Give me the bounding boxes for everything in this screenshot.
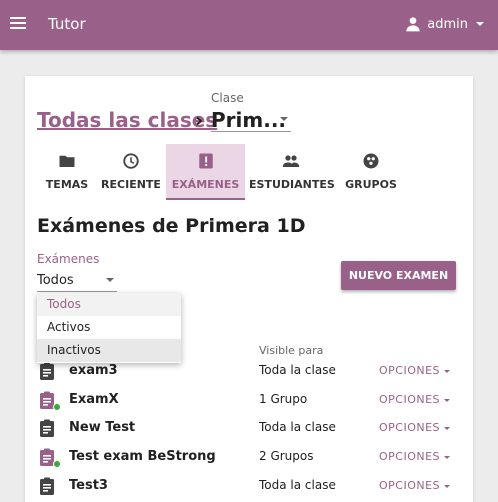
tab-label: RECIENTE: [101, 178, 161, 191]
options-menu-button[interactable]: OPCIONES: [379, 364, 451, 377]
table-row: Test exam BeStrong 2 Grupos OPCIONES: [0, 443, 498, 471]
active-status-dot: [53, 460, 61, 468]
tab-estudiantes[interactable]: ESTUDIANTES: [249, 144, 335, 200]
table-row: New Test Toda la clase OPCIONES: [0, 414, 498, 442]
page-title: Exámenes de Primera 1D: [37, 215, 306, 237]
exam-title[interactable]: Test3: [69, 478, 108, 493]
new-exam-button[interactable]: NUEVO EXAMEN: [341, 261, 456, 290]
dropdown-option-inactivos[interactable]: Inactivos: [37, 339, 181, 362]
tab-examenes[interactable]: EXÁMENES: [166, 144, 245, 200]
tab-temas[interactable]: TEMAS: [37, 144, 97, 200]
options-label: OPCIONES: [379, 364, 441, 377]
class-select-underline: [211, 131, 291, 132]
dropdown-option-todos[interactable]: Todos: [37, 293, 181, 316]
visible-for-column-header: Visible para: [259, 344, 324, 357]
groups-icon: [363, 153, 379, 169]
user-name: admin: [427, 16, 468, 32]
class-select[interactable]: Prim...: [211, 108, 286, 132]
exam-filter-label: Exámenes: [37, 252, 100, 266]
tab-grupos[interactable]: GRUPOS: [340, 144, 402, 200]
app-bar: Tutor admin: [0, 0, 498, 50]
options-menu-button[interactable]: OPCIONES: [379, 450, 451, 463]
hamburger-menu-icon[interactable]: [10, 17, 26, 30]
app-title: Tutor: [48, 15, 86, 33]
options-menu-button[interactable]: OPCIONES: [379, 479, 451, 492]
assignment-icon: [40, 419, 54, 437]
options-label: OPCIONES: [379, 479, 441, 492]
assignment-icon: [40, 362, 54, 380]
exam-title[interactable]: New Test: [69, 420, 135, 435]
chevron-down-icon: [444, 455, 451, 459]
exam-visibility: 2 Grupos: [259, 449, 314, 463]
options-menu-button[interactable]: OPCIONES: [379, 393, 451, 406]
exam-visibility: Toda la clase: [259, 478, 336, 492]
people-icon: [282, 155, 300, 167]
exam-filter-dropdown: Todos Activos Inactivos: [37, 293, 181, 363]
tab-reciente[interactable]: RECIENTE: [97, 144, 165, 200]
tab-label: TEMAS: [45, 178, 89, 191]
exam-title[interactable]: ExamX: [69, 392, 119, 407]
active-status-dot: [53, 403, 61, 411]
dropdown-option-activos[interactable]: Activos: [37, 316, 181, 339]
chevron-down-icon: [444, 369, 451, 373]
tab-label: GRUPOS: [345, 178, 397, 191]
class-chevron-down-icon[interactable]: [280, 117, 288, 121]
class-select-label: Clase: [211, 91, 244, 105]
filter-chevron-down-icon[interactable]: [106, 278, 114, 282]
filter-underline: [37, 291, 117, 292]
options-label: OPCIONES: [379, 421, 441, 434]
breadcrumb-separator: ›: [195, 108, 204, 132]
exam-alert-icon: [198, 153, 213, 169]
user-menu[interactable]: admin: [405, 16, 484, 32]
table-row: ExamX 1 Grupo OPCIONES: [0, 386, 498, 414]
chevron-down-icon: [476, 22, 484, 26]
table-row: Test3 Toda la clase OPCIONES: [0, 472, 498, 500]
exam-title[interactable]: Test exam BeStrong: [69, 449, 216, 464]
chevron-down-icon: [444, 426, 451, 430]
exam-visibility: 1 Grupo: [259, 392, 308, 406]
tab-label: ESTUDIANTES: [249, 178, 335, 191]
assignment-icon: [40, 477, 54, 495]
clock-icon: [123, 153, 139, 169]
options-label: OPCIONES: [379, 450, 441, 463]
folder-icon: [59, 155, 75, 167]
exam-title[interactable]: exam3: [69, 363, 118, 378]
tab-label: EXÁMENES: [171, 178, 240, 191]
exam-filter-select[interactable]: Todos: [37, 273, 74, 288]
options-menu-button[interactable]: OPCIONES: [379, 421, 451, 434]
chevron-down-icon: [444, 398, 451, 402]
exam-visibility: Toda la clase: [259, 363, 336, 377]
person-icon: [406, 17, 420, 32]
breadcrumb-all-classes-link[interactable]: Todas las clases: [37, 108, 217, 132]
options-label: OPCIONES: [379, 393, 441, 406]
exam-visibility: Toda la clase: [259, 420, 336, 434]
chevron-down-icon: [444, 484, 451, 488]
